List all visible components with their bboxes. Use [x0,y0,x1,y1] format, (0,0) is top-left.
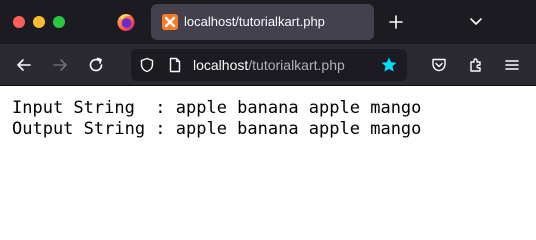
url-host: localhost [193,57,249,73]
browser-window: localhost/tutorialkart.php localhost/tut… [0,0,536,236]
back-arrow-icon[interactable] [14,55,34,75]
address-bar[interactable]: localhost/tutorialkart.php [131,49,407,81]
url-text[interactable]: localhost/tutorialkart.php [193,57,345,73]
url-path: /tutorialkart.php [248,57,345,73]
forward-arrow-icon[interactable] [50,55,70,75]
plus-icon[interactable] [386,12,406,32]
extensions-puzzle-icon[interactable] [467,56,485,74]
window-close-button[interactable] [13,16,25,28]
tab-active[interactable]: localhost/tutorialkart.php [151,4,374,40]
page-icon[interactable] [167,57,183,73]
program-output: Input String : apple banana apple mango … [12,98,421,140]
shield-icon[interactable] [139,57,155,73]
window-minimize-button[interactable] [33,16,45,28]
pocket-icon[interactable] [430,56,448,74]
firefox-view-icon[interactable] [116,12,136,32]
nav-toolbar: localhost/tutorialkart.php [0,44,536,86]
tab-strip: localhost/tutorialkart.php [0,0,536,44]
output-line-output: Output String : apple banana apple mango [12,119,422,139]
bookmark-star-icon[interactable] [380,56,398,74]
hamburger-menu-icon[interactable] [503,56,521,74]
xampp-icon [162,14,178,30]
reload-icon[interactable] [86,55,106,75]
page-content: Input String : apple banana apple mango … [0,87,536,236]
chevron-down-icon[interactable] [468,13,484,29]
window-maximize-button[interactable] [53,16,65,28]
tab-title: localhost/tutorialkart.php [184,14,325,29]
output-line-input: Input String : apple banana apple mango [12,98,422,118]
